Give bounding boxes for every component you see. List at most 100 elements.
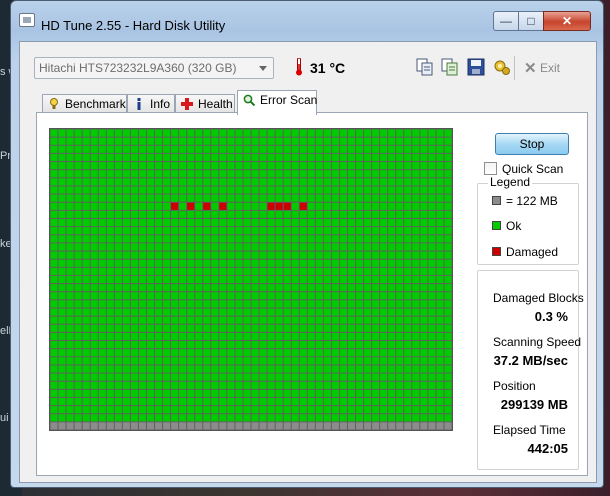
block-ok [122, 137, 130, 145]
block-ok [74, 235, 82, 243]
block-ok [436, 153, 444, 162]
block-ok [155, 202, 163, 210]
tab-benchmark[interactable]: Benchmark [42, 94, 127, 114]
block-ok [66, 365, 74, 373]
block-ok [299, 259, 307, 267]
block-ok [388, 210, 396, 218]
block-ok [356, 332, 364, 341]
block-ok [130, 381, 138, 389]
block-ok [90, 194, 98, 202]
block-ok [98, 389, 106, 397]
block-ok [404, 397, 412, 406]
block-ok [98, 243, 106, 251]
block-ok [404, 170, 412, 178]
block-ok [436, 267, 444, 275]
block-ok [259, 162, 267, 170]
block-ok [82, 137, 90, 145]
block-ok [235, 194, 243, 202]
block-ok [138, 292, 146, 300]
position-label: Position [493, 379, 536, 393]
close-button[interactable]: ✕ [543, 11, 591, 31]
block-ok [251, 332, 259, 341]
block-ok [130, 349, 138, 357]
block-ok [98, 284, 106, 292]
block-ok [388, 365, 396, 373]
minimize-button[interactable]: — [493, 11, 519, 31]
block-ok [436, 373, 444, 381]
block-ok [380, 202, 388, 210]
block-ok [138, 145, 146, 153]
tab-info[interactable]: Info [127, 94, 175, 114]
block-ok [98, 406, 106, 414]
tab-health[interactable]: Health [175, 94, 235, 114]
drive-select[interactable]: Hitachi HTS723232L9A360 (320 GB) [34, 57, 274, 79]
block-ok [179, 186, 187, 194]
block-ok [106, 137, 114, 145]
block-ok [331, 275, 339, 284]
block-ok [227, 227, 235, 235]
block-ok [114, 194, 122, 202]
block-ok [307, 227, 315, 235]
checkbox-box[interactable] [484, 162, 497, 175]
block-ok [106, 170, 114, 178]
chevron-down-icon [259, 66, 267, 71]
block-ok [203, 243, 211, 251]
block-ok [315, 397, 323, 406]
block-ok [66, 332, 74, 341]
block-ok [356, 137, 364, 145]
block-ok [179, 406, 187, 414]
block-ok [372, 341, 380, 349]
block-ok [347, 145, 356, 153]
block-ok [420, 349, 428, 357]
block-ok [372, 300, 380, 308]
block-ok [428, 259, 436, 267]
block-ok [372, 170, 380, 178]
block-ok [315, 145, 323, 153]
block-ok [66, 129, 74, 137]
block-ok [315, 153, 323, 162]
block-ok [163, 357, 171, 365]
block-ok [98, 308, 106, 316]
block-ok [412, 324, 420, 332]
copy-info-icon[interactable] [441, 58, 459, 76]
block-ok [267, 251, 275, 259]
options-icon[interactable] [493, 58, 511, 76]
copy-icon[interactable] [416, 58, 434, 76]
block-ok [291, 251, 299, 259]
block-ok [50, 162, 58, 170]
block-ok [187, 316, 195, 324]
block-ok [420, 194, 428, 202]
title-bar[interactable]: HD Tune 2.55 - Hard Disk Utility — □ ✕ [11, 1, 603, 39]
block-ok [267, 332, 275, 341]
block-ok [347, 251, 356, 259]
save-icon[interactable] [467, 58, 485, 76]
block-ok [428, 194, 436, 202]
block-ok [243, 292, 251, 300]
block-ok [396, 406, 404, 414]
block-ok [187, 162, 195, 170]
tab-error-scan[interactable]: Error Scan [237, 90, 317, 115]
maximize-button[interactable]: □ [518, 11, 544, 31]
block-ok [372, 153, 380, 162]
block-damaged [187, 202, 195, 210]
block-ok [235, 275, 243, 284]
block-ok [339, 137, 347, 145]
legend-ok-text: Ok [506, 219, 522, 233]
block-ok [356, 275, 364, 284]
block-ok [299, 186, 307, 194]
block-ok [155, 397, 163, 406]
block-ok [396, 341, 404, 349]
block-ok [138, 259, 146, 267]
block-ok [347, 308, 356, 316]
block-ok [315, 170, 323, 178]
block-ok [364, 349, 372, 357]
block-ok [420, 202, 428, 210]
block-ok [380, 397, 388, 406]
block-ok [66, 357, 74, 365]
block-ok [307, 129, 315, 137]
block-ok [315, 162, 323, 170]
block-ok [171, 170, 179, 178]
stop-button[interactable]: Stop [495, 133, 569, 155]
block-ok [420, 365, 428, 373]
block-ok [50, 381, 58, 389]
